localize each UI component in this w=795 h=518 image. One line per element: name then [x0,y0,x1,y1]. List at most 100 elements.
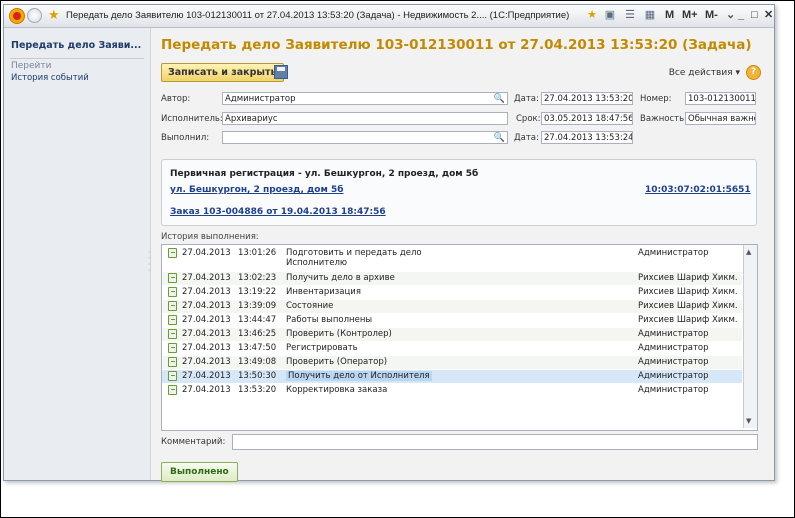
table-row[interactable]: 27.04.2013 13:49:08 Проверить (Оператор)… [162,356,742,369]
maximize-button[interactable]: □ [751,8,758,22]
order-link[interactable]: Заказ 103-004886 от 19.04.2013 18:47:56 [170,207,386,217]
task-icon [168,248,177,258]
calendar-icon[interactable]: ▣ [604,9,616,21]
search-icon[interactable]: 🔍 [494,132,505,143]
task-icon [168,273,177,283]
row-date: 27.04.2013 [182,357,231,367]
splitter-grip[interactable]: · · · · [148,249,152,280]
row-author: Администратор [638,329,709,339]
row-time: 13:49:08 [238,357,277,367]
task-icon [168,371,177,381]
table-row[interactable]: 27.04.2013 13:47:50 Регистрировать Админ… [162,342,742,355]
cadastral-code-link[interactable]: 10:03:07:02:01:5651 [645,185,751,195]
date-label: Дата: [514,94,539,104]
row-task: Регистрировать [286,343,358,353]
table-row[interactable]: 27.04.2013 13:53:20 Корректировка заказа… [162,384,742,397]
table-row[interactable]: 27.04.2013 13:44:47 Работы выполнены Рих… [162,314,742,327]
sidebar-title[interactable]: Передать дело Заяви... [11,40,141,51]
row-task: Состояние [286,301,334,311]
scroll-up-icon[interactable]: ▲ [746,248,751,256]
task-icon [168,357,177,367]
task-icon [168,343,177,353]
list-icon[interactable]: ☰ [624,9,636,21]
row-task: Работы выполнены [286,315,373,325]
comment-label: Комментарий: [161,437,226,447]
row-author: Рихсиев Шариф Хикм... [638,301,738,311]
row-task: Получить дело от Исполнителя [286,371,432,381]
done-by-label: Выполнил: [161,133,210,143]
due-label: Срок: [516,114,541,124]
number-label: Номер: [640,94,672,104]
executor-label: Исполнитель: [161,114,223,124]
author-field[interactable]: Администратор 🔍 [222,92,508,105]
table-row[interactable]: 27.04.2013 13:46:25 Проверить (Контролер… [162,328,742,341]
row-time: 13:53:20 [238,385,277,395]
registration-title: Первичная регистрация - ул. Бешкургон, 2… [170,169,479,179]
row-author: Администратор [638,371,709,381]
calculator-icon[interactable]: ▦ [644,9,656,21]
help-menu-icon[interactable]: ⌄ [726,8,735,22]
row-time: 13:02:23 [238,273,277,283]
all-actions-menu[interactable]: Все действия ▾ [669,68,740,78]
close-button[interactable]: ✕ [764,8,773,22]
done-by-field[interactable]: 🔍 [222,131,508,144]
row-time: 13:01:26 [238,248,277,258]
row-time: 13:50:30 [238,371,277,381]
row-date: 27.04.2013 [182,315,231,325]
table-row[interactable]: 27.04.2013 13:02:23 Получить дело в архи… [162,272,742,285]
row-date: 27.04.2013 [182,301,231,311]
row-date: 27.04.2013 [182,343,231,353]
table-row-selected[interactable]: 27.04.2013 13:50:30 Получить дело от Исп… [162,370,742,383]
importance-field[interactable]: Обычная важност [685,112,756,125]
history-table[interactable]: 27.04.2013 13:01:26 Подготовить и переда… [161,244,758,431]
favorite-star-icon[interactable]: ★ [48,7,60,23]
row-task: Инвентаризация [286,287,361,297]
row-time: 13:19:22 [238,287,277,297]
table-scrollbar[interactable]: ▲ ▼ [743,245,757,428]
save-disk-icon[interactable] [274,65,288,79]
row-date: 27.04.2013 [182,371,231,381]
number-field[interactable]: 103-012130011 [685,92,756,105]
sidebar-item-history[interactable]: История событий [11,73,89,83]
task-icon [168,287,177,297]
done-date-field[interactable]: 27.04.2013 13:53:24 [541,131,633,144]
row-author: Администратор [638,343,709,353]
due-field[interactable]: 03.05.2013 18:47:56 [541,112,633,125]
row-date: 27.04.2013 [182,329,231,339]
save-and-close-button[interactable]: Записать и закрыть [161,63,284,82]
favorites-icon[interactable]: ★ [586,9,598,21]
1c-logo-icon[interactable] [9,8,25,24]
task-icon [168,315,177,325]
registration-panel: Первичная регистрация - ул. Бешкургон, 2… [161,159,757,226]
memory-plus-button[interactable]: M+ [682,8,698,22]
row-task: Корректировка заказа [286,385,388,395]
row-author: Рихсиев Шариф Хикм... [638,273,738,283]
executor-field[interactable]: Архивариус [222,112,508,125]
author-label: Автор: [161,94,191,104]
done-button[interactable]: Выполнено [161,462,238,482]
menu-circle-icon[interactable] [27,8,42,23]
row-task: Проверить (Контролер) [286,329,392,339]
sidebar-goto-heading: Перейти [11,61,52,71]
comment-field[interactable] [232,434,758,450]
executor-value: Архивариус [225,114,278,124]
minimize-button[interactable]: _ [738,8,744,22]
memory-minus-button[interactable]: M- [705,8,718,22]
date-field[interactable]: 27.04.2013 13:53:20 [541,92,633,105]
table-row[interactable]: 27.04.2013 13:01:26 Подготовить и переда… [162,247,742,269]
table-row[interactable]: 27.04.2013 13:39:09 Состояние Рихсиев Ша… [162,300,742,313]
help-icon[interactable]: ? [746,65,761,80]
scroll-down-icon[interactable]: ▼ [746,417,751,425]
task-icon [168,385,177,395]
row-author: Рихсиев Шариф Хикм... [638,287,738,297]
search-icon[interactable]: 🔍 [494,93,505,104]
table-row[interactable]: 27.04.2013 13:19:22 Инвентаризация Рихси… [162,286,742,299]
title-bar: ★ Передать дело Заявителю 103-012130011 … [4,5,774,28]
memory-m-button[interactable]: M [665,8,674,22]
address-link[interactable]: ул. Бешкургон, 2 проезд, дом 5б [170,185,344,195]
task-icon [168,301,177,311]
app-window: ★ Передать дело Заявителю 103-012130011 … [3,4,775,482]
form-content: Передать дело Заявителю 103-012130011 от… [154,28,772,482]
row-task: Получить дело в архиве [286,273,395,283]
sidebar-divider [10,58,144,59]
